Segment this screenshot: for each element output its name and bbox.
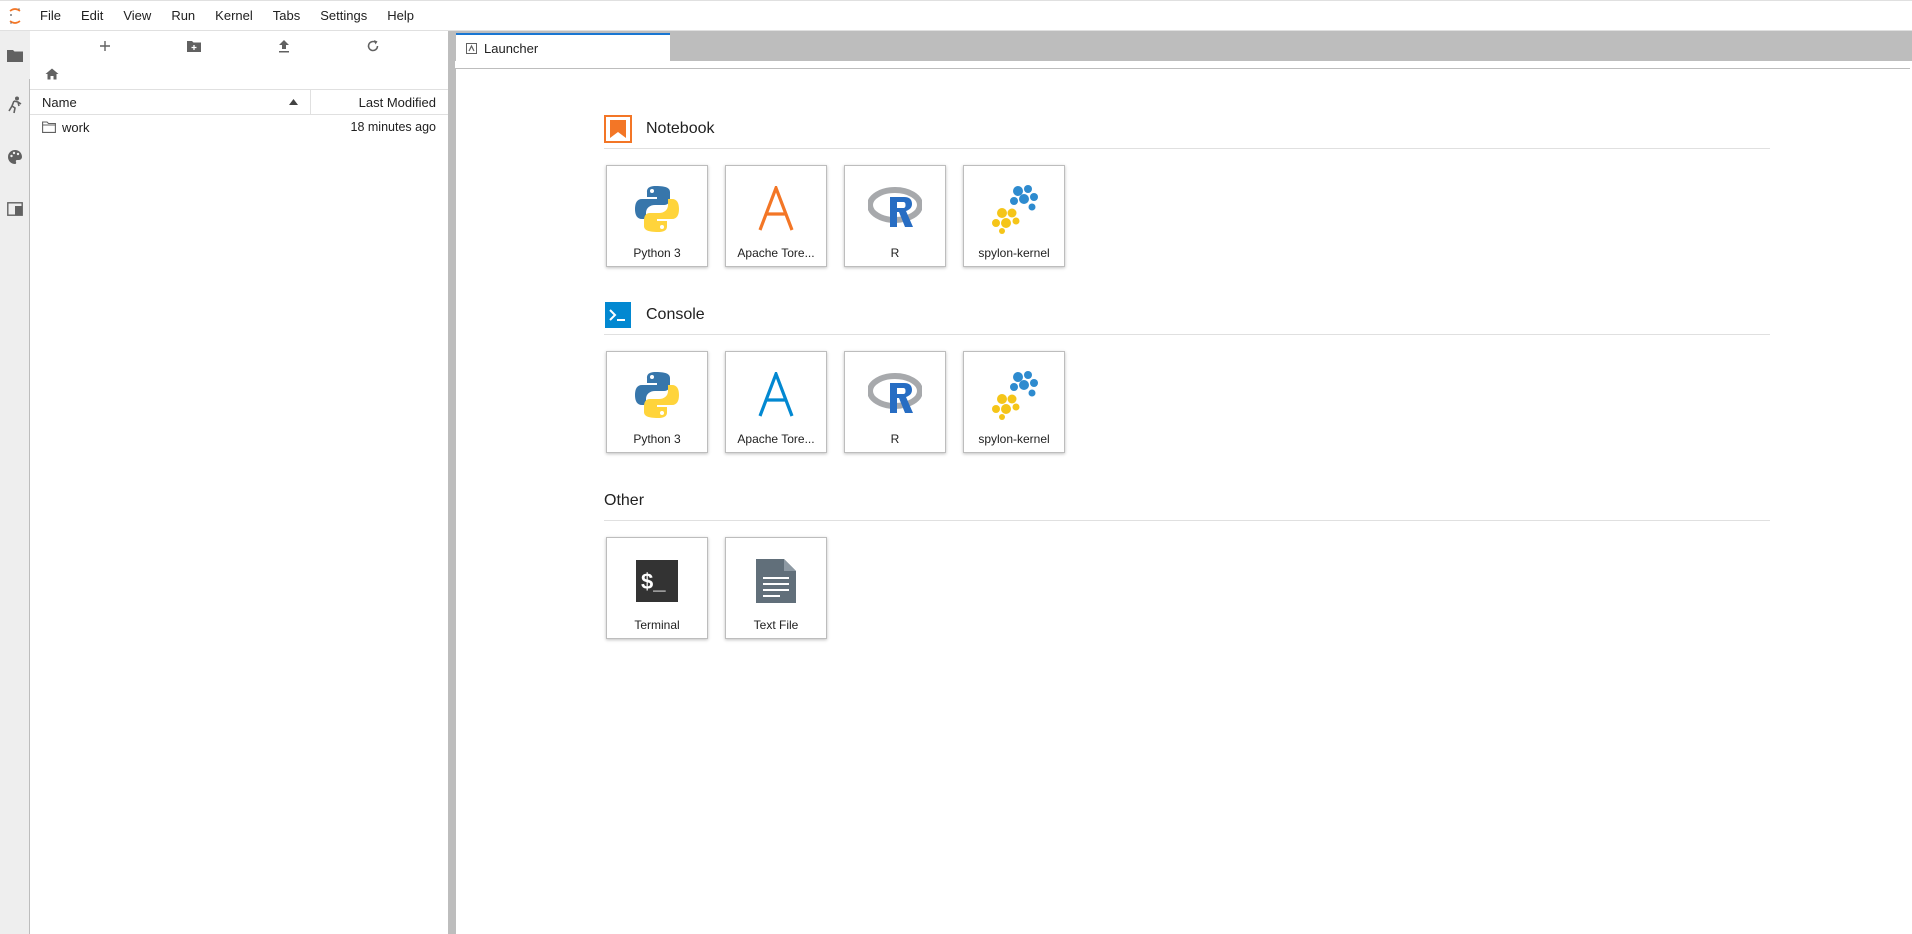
folder-outline-icon (42, 121, 56, 133)
upload-button[interactable] (271, 33, 297, 59)
file-browser-toolbar (30, 31, 448, 61)
name-column-label: Name (42, 94, 77, 110)
theme-tab[interactable] (0, 131, 30, 183)
file-browser-tab[interactable] (0, 31, 30, 79)
console-toree-card[interactable]: Apache Tore... (725, 351, 827, 453)
tab-launcher[interactable]: Launcher (456, 33, 670, 61)
upload-icon (278, 40, 289, 53)
activity-bar (0, 31, 30, 934)
card-label: spylon-kernel (978, 432, 1050, 446)
tab-bar: Launcher (455, 31, 1912, 61)
jupyter-logo-icon (0, 0, 30, 31)
python-logo-icon (627, 178, 687, 240)
toree-letter-icon (746, 364, 806, 426)
card-label: R (890, 432, 900, 446)
svg-text:$_: $_ (641, 569, 666, 594)
file-list-item[interactable]: work 18 minutes ago (30, 115, 448, 139)
running-tab[interactable] (0, 79, 30, 131)
console-python3-card[interactable]: Python 3 (606, 351, 708, 453)
toree-letter-icon (746, 178, 806, 240)
file-modified: 18 minutes ago (350, 120, 436, 134)
notebook-icon (604, 114, 632, 143)
card-label: Apache Tore... (737, 432, 815, 446)
notebook-section: Notebook Python 3 Apache Tore... R spylo… (604, 109, 1770, 267)
terminal-icon: $_ (627, 550, 687, 612)
console-spylon-card[interactable]: spylon-kernel (963, 351, 1065, 453)
r-logo-icon (865, 364, 925, 426)
menu-view[interactable]: View (113, 0, 161, 31)
main-area: Launcher Notebook Python 3 Apache Tore..… (455, 31, 1912, 934)
launcher-panel: Notebook Python 3 Apache Tore... R spylo… (455, 68, 1910, 934)
card-label: R (890, 246, 900, 260)
menu-bar: File Edit View Run Kernel Tabs Settings … (0, 0, 1912, 31)
notebook-r-card[interactable]: R (844, 165, 946, 267)
notebook-spylon-card[interactable]: spylon-kernel (963, 165, 1065, 267)
tab-label: Launcher (484, 40, 539, 56)
card-label: Text File (753, 618, 799, 632)
panel-splitter[interactable] (448, 31, 455, 934)
refresh-button[interactable] (360, 33, 386, 59)
breadcrumb (30, 61, 448, 89)
notebook-toree-card[interactable]: Apache Tore... (725, 165, 827, 267)
section-title: Console (646, 305, 705, 323)
console-section: Console Python 3 Apache Tore... R spylon… (604, 295, 1770, 453)
folder-icon (7, 50, 23, 62)
name-column-header[interactable]: Name (30, 90, 311, 114)
python-logo-icon (627, 364, 687, 426)
refresh-icon (368, 40, 379, 52)
section-title: Other (604, 491, 645, 509)
file-list-header: Name Last Modified (30, 89, 448, 115)
spylon-logo-icon (984, 364, 1044, 426)
running-icon (8, 96, 22, 114)
tab-icon (7, 202, 23, 216)
terminal-card[interactable]: $_ Terminal (606, 537, 708, 639)
text-file-card[interactable]: Text File (725, 537, 827, 639)
card-label: spylon-kernel (978, 246, 1050, 260)
file-browser: Name Last Modified work 18 minutes ago (30, 31, 448, 934)
menu-kernel[interactable]: Kernel (205, 0, 263, 31)
other-section: Other $_ Terminal Text File (604, 481, 1770, 639)
menu-tabs[interactable]: Tabs (263, 0, 310, 31)
sort-ascending-icon (289, 99, 298, 105)
plus-icon (99, 41, 110, 51)
file-name: work (62, 119, 90, 135)
home-icon[interactable] (45, 68, 59, 83)
new-folder-button[interactable] (181, 33, 207, 59)
notebook-python3-card[interactable]: Python 3 (606, 165, 708, 267)
card-label: Terminal (634, 618, 680, 632)
r-logo-icon (865, 178, 925, 240)
menu-run[interactable]: Run (161, 0, 205, 31)
modified-column-label: Last Modified (358, 94, 436, 110)
menu-settings[interactable]: Settings (310, 0, 377, 31)
launcher-icon (466, 42, 477, 54)
menu-edit[interactable]: Edit (71, 0, 113, 31)
card-label: Python 3 (633, 432, 681, 446)
section-title: Notebook (646, 119, 715, 137)
new-launcher-button[interactable] (92, 33, 118, 59)
console-r-card[interactable]: R (844, 351, 946, 453)
tabs-tab[interactable] (0, 183, 30, 235)
new-folder-icon (187, 41, 202, 52)
card-label: Python 3 (633, 246, 681, 260)
console-icon (605, 301, 631, 328)
spylon-logo-icon (984, 178, 1044, 240)
text-file-icon (746, 550, 806, 612)
palette-icon (8, 150, 22, 164)
card-label: Apache Tore... (737, 246, 815, 260)
menu-file[interactable]: File (30, 0, 71, 31)
menu-help[interactable]: Help (377, 0, 424, 31)
modified-column-header[interactable]: Last Modified (311, 90, 448, 114)
